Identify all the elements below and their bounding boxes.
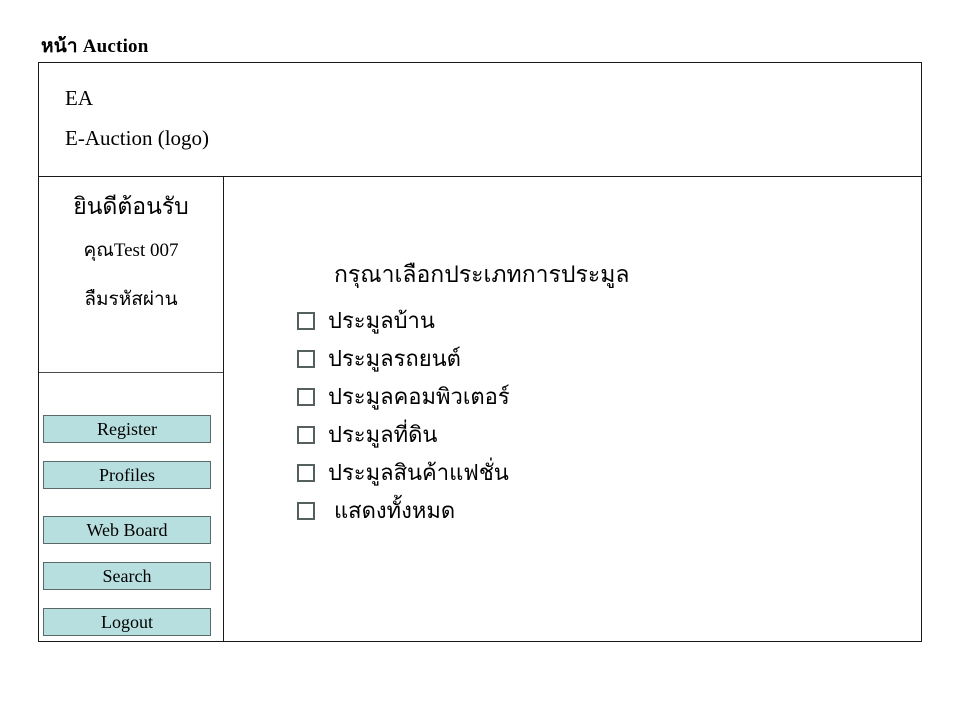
sidebar: ยินดีต้อนรับ คุณTest 007 ลืมรหัสผ่าน Reg… (39, 177, 224, 641)
option-row-fashion[interactable]: ประมูลสินค้าแฟชั่น (297, 462, 509, 484)
main-content: กรุณาเลือกประเภทการประมูล ประมูลบ้าน ประ… (224, 177, 921, 641)
search-button[interactable]: Search (43, 562, 211, 590)
option-row-land[interactable]: ประมูลที่ดิน (297, 424, 437, 446)
checkbox-car[interactable] (297, 350, 315, 368)
app-frame: EA E-Auction (logo) ยินดีต้อนรับ คุณTest… (38, 62, 922, 642)
checkbox-house[interactable] (297, 312, 315, 330)
logo-fullname: E-Auction (logo) (65, 126, 210, 150)
option-row-computer[interactable]: ประมูลคอมพิวเตอร์ (297, 386, 510, 408)
welcome-panel: ยินดีต้อนรับ คุณTest 007 ลืมรหัสผ่าน (39, 177, 223, 373)
option-label-fashion: ประมูลสินค้าแฟชั่น (328, 460, 509, 485)
option-row-show-all[interactable]: แสดงทั้งหมด (297, 500, 455, 522)
nav-button-list: Register Profiles Web Board Search Logou… (39, 373, 223, 641)
option-row-car[interactable]: ประมูลรถยนต์ (297, 348, 461, 370)
checkbox-computer[interactable] (297, 388, 315, 406)
checkbox-land[interactable] (297, 426, 315, 444)
option-label-computer: ประมูลคอมพิวเตอร์ (328, 384, 510, 409)
register-button[interactable]: Register (43, 415, 211, 443)
forgot-password-link[interactable]: ลืมรหัสผ่าน (39, 289, 223, 311)
option-row-house[interactable]: ประมูลบ้าน (297, 310, 435, 332)
option-label-land: ประมูลที่ดิน (328, 422, 438, 447)
logout-button[interactable]: Logout (43, 608, 211, 636)
web-board-button[interactable]: Web Board (43, 516, 211, 544)
profiles-button[interactable]: Profiles (43, 461, 211, 489)
checkbox-show-all[interactable] (297, 502, 315, 520)
option-label-show-all: แสดงทั้งหมด (334, 498, 456, 523)
welcome-greeting: ยินดีต้อนรับ (73, 194, 189, 219)
option-label-car: ประมูลรถยนต์ (328, 346, 461, 371)
page-title: หน้า Auction (41, 36, 149, 57)
site-header: EA E-Auction (logo) (39, 63, 921, 177)
welcome-username: คุณTest 007 (83, 240, 179, 261)
option-label-house: ประมูลบ้าน (328, 308, 435, 333)
auction-type-options: ประมูลบ้าน ประมูลรถยนต์ ประมูลคอมพิวเตอร… (224, 177, 921, 641)
logo-abbrev: EA (65, 86, 93, 110)
checkbox-fashion[interactable] (297, 464, 315, 482)
